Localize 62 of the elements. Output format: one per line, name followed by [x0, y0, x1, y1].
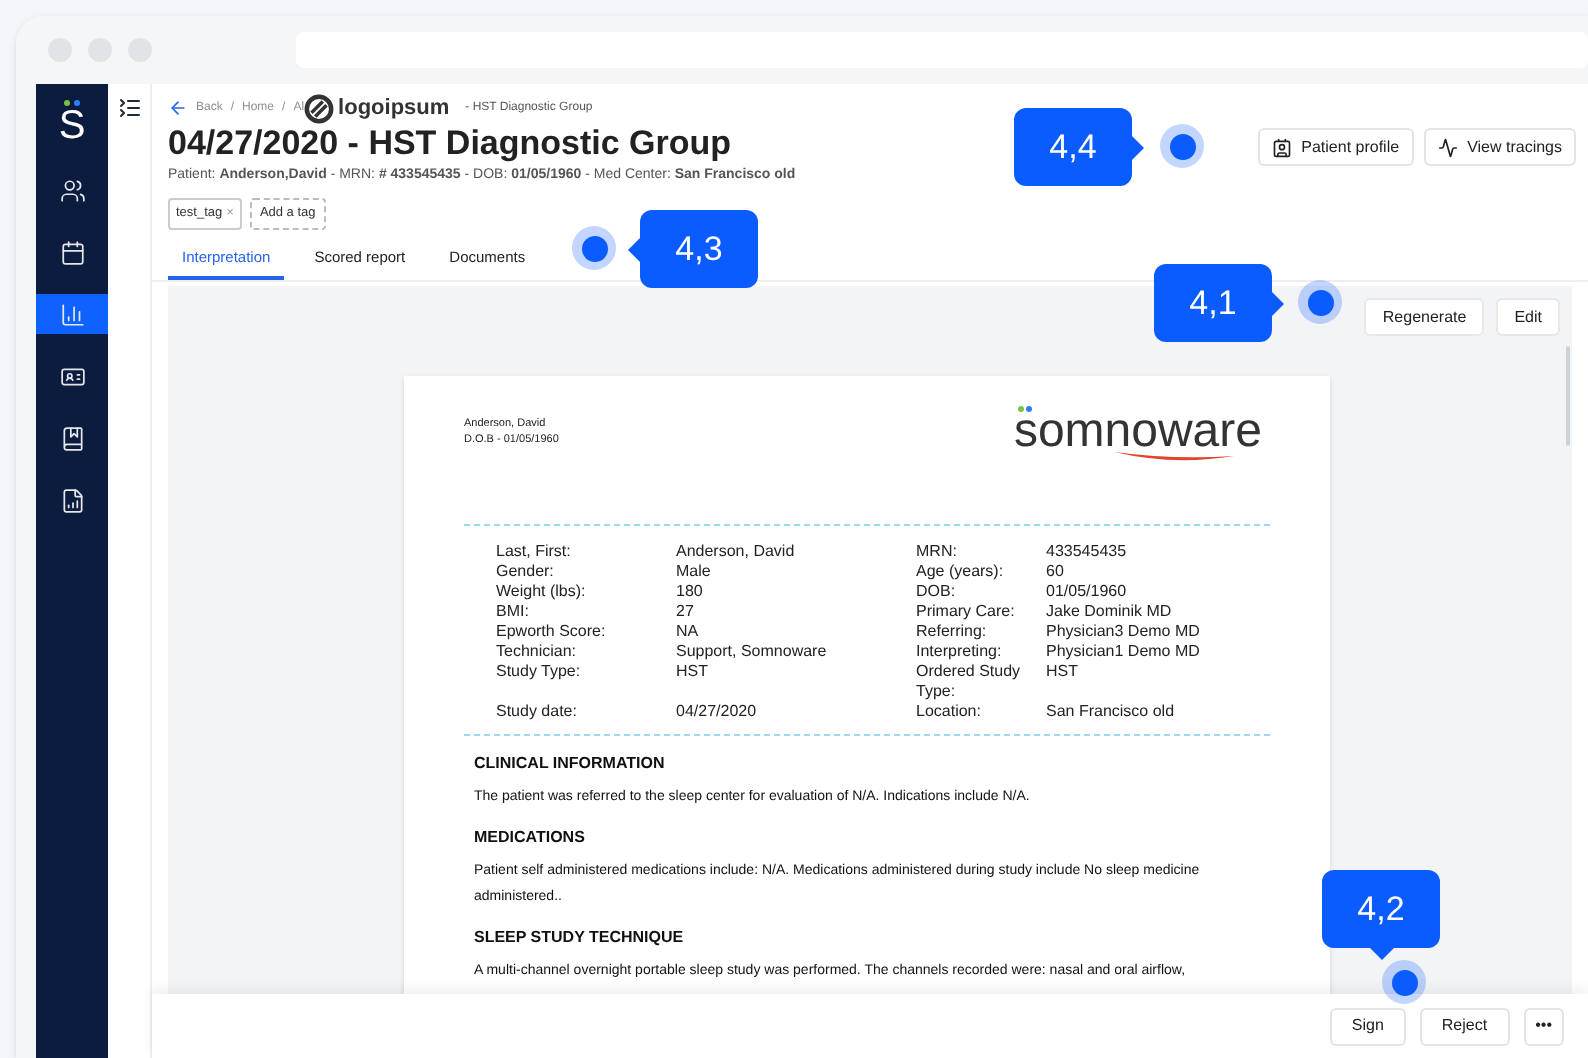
- section-heading: SLEEP STUDY TECHNIQUE: [474, 926, 686, 950]
- footer-button[interactable]: Reject: [1419, 1007, 1510, 1045]
- field-label: Ordered Study Type:: [916, 662, 1023, 702]
- footer-button[interactable]: Sign: [1329, 1007, 1406, 1045]
- scrollbar[interactable]: [1566, 346, 1570, 446]
- field-value: 01/05/1960: [1046, 582, 1129, 602]
- header-button[interactable]: View tracings: [1423, 128, 1576, 166]
- field-label: Location:: [916, 702, 983, 722]
- logo-dots-icon: [64, 100, 80, 106]
- bar-chart-icon: [59, 301, 85, 327]
- pulse-icon: [1437, 137, 1458, 157]
- book-icon: [59, 425, 85, 451]
- field-value: Physician3 Demo MD: [1046, 622, 1202, 642]
- app-logo: S: [58, 106, 86, 146]
- section-heading: MEDICATIONS: [474, 826, 587, 850]
- callout-label: 4,2: [1322, 870, 1440, 960]
- field-label: BMI:: [496, 602, 531, 622]
- field-label: Epworth Score:: [496, 622, 608, 642]
- file-chart-icon: [59, 487, 85, 513]
- callout-label: 4,3: [628, 210, 758, 288]
- callout-label: 4,1: [1154, 264, 1284, 342]
- field-value: 433545435: [1046, 542, 1129, 562]
- toolbar-button[interactable]: Edit: [1496, 298, 1560, 336]
- callout-label: 4,4: [1014, 108, 1144, 186]
- id-card-icon: [59, 363, 85, 389]
- page-title: 04/27/2020 - HST Diagnostic Group: [168, 122, 734, 166]
- header-button[interactable]: Patient profile: [1257, 128, 1414, 166]
- field-value: 180: [676, 582, 705, 602]
- users-icon: [59, 177, 85, 203]
- field-value: Male: [676, 562, 713, 582]
- field-label: Referring:: [916, 622, 989, 642]
- field-value: Physician1 Demo MD: [1046, 642, 1202, 662]
- logoipsum-logo: logoipsum: [304, 91, 450, 125]
- calendar-icon: [59, 239, 85, 265]
- id-card-icon: [1271, 137, 1292, 157]
- field-value: 27: [676, 602, 696, 622]
- field-label: Weight (lbs):: [496, 582, 588, 602]
- field-label: DOB:: [916, 582, 958, 602]
- field-label: Gender:: [496, 562, 556, 582]
- toolbar-button[interactable]: Regenerate: [1364, 298, 1485, 336]
- back-arrow-icon[interactable]: [168, 98, 188, 118]
- field-label: Study date:: [496, 702, 579, 722]
- field-value: NA: [676, 622, 701, 642]
- field-label: Technician:: [496, 642, 579, 662]
- field-label: Last, First:: [496, 542, 573, 562]
- field-label: Primary Care:: [916, 602, 1017, 622]
- section-heading: CLINICAL INFORMATION: [474, 752, 667, 776]
- field-value: 04/27/2020: [676, 702, 759, 722]
- field-value: HST: [1046, 662, 1080, 682]
- field-label: Age (years):: [916, 562, 1006, 582]
- more-button[interactable]: •••: [1523, 1007, 1564, 1045]
- field-value: 60: [1046, 562, 1066, 582]
- field-value: Jake Dominik MD: [1046, 602, 1174, 622]
- field-label: Study Type:: [496, 662, 583, 682]
- field-label: Interpreting:: [916, 642, 1004, 662]
- field-value: HST: [676, 662, 710, 682]
- field-value: Anderson, David: [676, 542, 797, 562]
- field-value: Support, Somnoware: [676, 642, 829, 662]
- field-label: MRN:: [916, 542, 959, 562]
- collapse-menu-icon[interactable]: [117, 96, 141, 120]
- brand-logo: somnoware: [1013, 404, 1264, 465]
- field-value: San Francisco old: [1046, 702, 1177, 722]
